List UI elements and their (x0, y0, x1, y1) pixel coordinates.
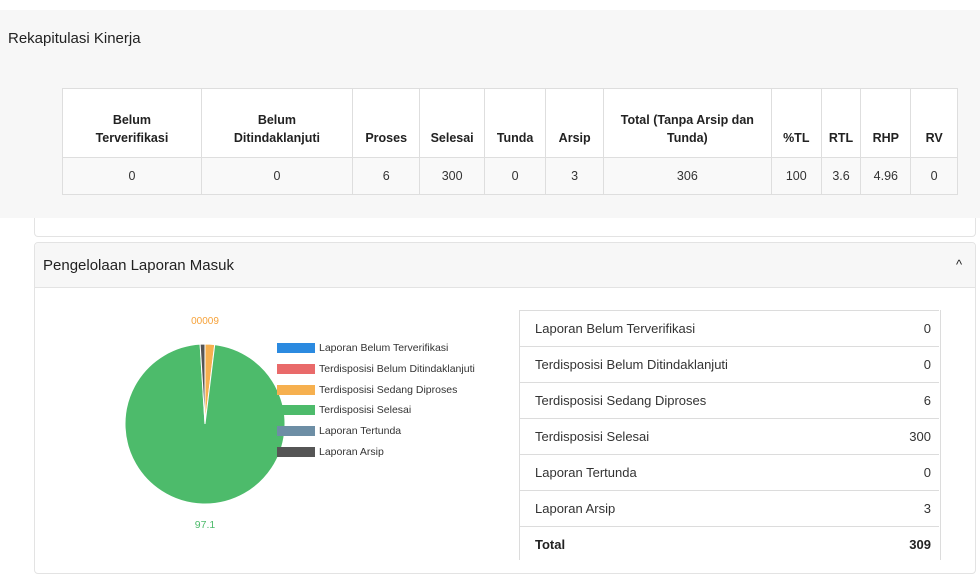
legend-swatch (277, 364, 315, 375)
rekap-header-line: Belum (257, 113, 297, 127)
rekap-cell-9: 4.96 (860, 157, 912, 195)
rekap-cell-6: 306 (602, 157, 772, 195)
rekap-header-8: RTL (820, 88, 862, 158)
chevron-up-icon[interactable]: ^ (951, 257, 967, 273)
summary-value: 0 (868, 454, 939, 491)
rekap-cell-1: 0 (200, 157, 353, 195)
legend-swatch (277, 343, 315, 354)
rekap-header-line: %TL (783, 131, 810, 145)
rekap-header-line: RHP (872, 131, 900, 145)
rekap-header-2: Proses (351, 88, 421, 158)
legend-swatch (277, 384, 315, 395)
rekap-header-line: RTL (828, 131, 854, 145)
rekap-cell-2: 6 (351, 157, 421, 195)
rekap-header-3: Selesai (419, 88, 485, 158)
legend-item[interactable]: Terdisposisi Belum Ditindaklanjuti (277, 359, 475, 380)
rekap-header-line: Selesai (430, 131, 474, 145)
rekap-header-5: Arsip (545, 88, 604, 158)
summary-label: Laporan Belum Terverifikasi (519, 310, 869, 347)
rekap-cell-7: 100 (770, 157, 822, 195)
summary-label: Laporan Arsip (519, 490, 869, 527)
summary-value: 0 (868, 346, 939, 383)
table-row: Terdisposisi Selesai 300 (519, 418, 939, 455)
rekap-cell-5: 3 (545, 157, 604, 195)
pie-top-label: 00009 (191, 316, 219, 327)
rekap-header-line: Tunda) (666, 131, 708, 145)
table-row: Laporan Belum Terverifikasi 0 (519, 310, 939, 347)
summary-label: Terdisposisi Sedang Diproses (519, 382, 869, 419)
table-row: Laporan Tertunda 0 (519, 454, 939, 491)
summary-total-label: Total (519, 526, 869, 562)
rekap-header-line: RV (925, 131, 943, 145)
summary-label: Laporan Tertunda (519, 454, 869, 491)
rekap-header-10: RV (910, 88, 958, 158)
table-row: Laporan Arsip 3 (519, 490, 939, 527)
rekapitulasi-title: Rekapitulasi Kinerja (8, 30, 141, 47)
rekap-header-9: RHP (860, 88, 912, 158)
rekap-header-4: Tunda (483, 88, 547, 158)
legend-swatch (277, 446, 315, 457)
laporan-panel-header[interactable]: Pengelolaan Laporan Masuk ^ (35, 243, 975, 288)
legend-label: Laporan Arsip (319, 445, 384, 458)
table-row: 0 0 6 300 0 3 306 100 3.6 4.96 0 (62, 157, 958, 195)
summary-label: Terdisposisi Selesai (519, 418, 869, 455)
rekap-header-line: Total (Tanpa Arsip dan (620, 113, 754, 127)
rekap-header-line: Arsip (558, 131, 591, 145)
legend-item[interactable]: Laporan Arsip (277, 441, 475, 462)
rekap-header-0: Belum Terverifikasi (62, 88, 202, 158)
legend-item[interactable]: Terdisposisi Selesai (277, 400, 475, 421)
summary-value: 0 (868, 310, 939, 347)
rekap-header-line: Proses (365, 131, 408, 145)
rekap-cell-3: 300 (419, 157, 485, 195)
rekap-header-line: Terverifikasi (95, 131, 169, 145)
summary-value: 6 (868, 382, 939, 419)
summary-table: Laporan Belum Terverifikasi 0 Terdisposisi… (519, 310, 939, 562)
rekapitulasi-table: Belum Terverifikasi Belum Ditindaklanjuti Pr… (62, 88, 958, 195)
laporan-panel: Pengelolaan Laporan Masuk ^ 00009 97.1 L… (34, 242, 976, 574)
rekapitulasi-panel-footer (34, 218, 976, 237)
rekap-header-line: Tunda (496, 131, 534, 145)
legend-label: Terdisposisi Sedang Diproses (319, 383, 458, 396)
summary-total-row: Total 309 (519, 526, 939, 562)
legend-label: Laporan Tertunda (319, 425, 402, 438)
legend-label: Terdisposisi Selesai (319, 404, 412, 417)
rekap-cell-0: 0 (62, 157, 202, 195)
legend-swatch (277, 426, 315, 437)
legend-item[interactable]: Terdisposisi Sedang Diproses (277, 379, 475, 400)
rekap-cell-10: 0 (910, 157, 958, 195)
legend-item[interactable]: Laporan Belum Terverifikasi (277, 338, 475, 359)
summary-total-value: 309 (868, 526, 939, 562)
table-row: Terdisposisi Belum Ditindaklanjuti 0 (519, 346, 939, 383)
pie-chart-area: 00009 97.1 Laporan Belum Terverifikasi Te… (35, 288, 515, 558)
summary-value: 300 (868, 418, 939, 455)
table-row: Terdisposisi Sedang Diproses 6 (519, 382, 939, 419)
laporan-panel-title: Pengelolaan Laporan Masuk (43, 257, 234, 274)
rekap-header-6: Total (Tanpa Arsip dan Tunda) (602, 88, 772, 158)
rekap-cell-4: 0 (483, 157, 547, 195)
rekap-header-1: Belum Ditindaklanjuti (200, 88, 353, 158)
summary-value: 3 (868, 490, 939, 527)
pie-bottom-label: 97.1 (195, 519, 216, 531)
rekap-header-line: Belum (112, 113, 152, 127)
legend-label: Terdisposisi Belum Ditindaklanjuti (319, 363, 475, 376)
rekap-header-7: %TL (770, 88, 822, 158)
rekap-cell-8: 3.6 (820, 157, 862, 195)
legend-item[interactable]: Laporan Tertunda (277, 421, 475, 442)
legend-label: Laporan Belum Terverifikasi (319, 342, 449, 355)
rekap-header-line: Ditindaklanjuti (233, 131, 320, 145)
chart-legend: Laporan Belum Terverifikasi Terdisposisi … (277, 338, 475, 462)
summary-label: Terdisposisi Belum Ditindaklanjuti (519, 346, 869, 383)
legend-swatch (277, 405, 315, 416)
